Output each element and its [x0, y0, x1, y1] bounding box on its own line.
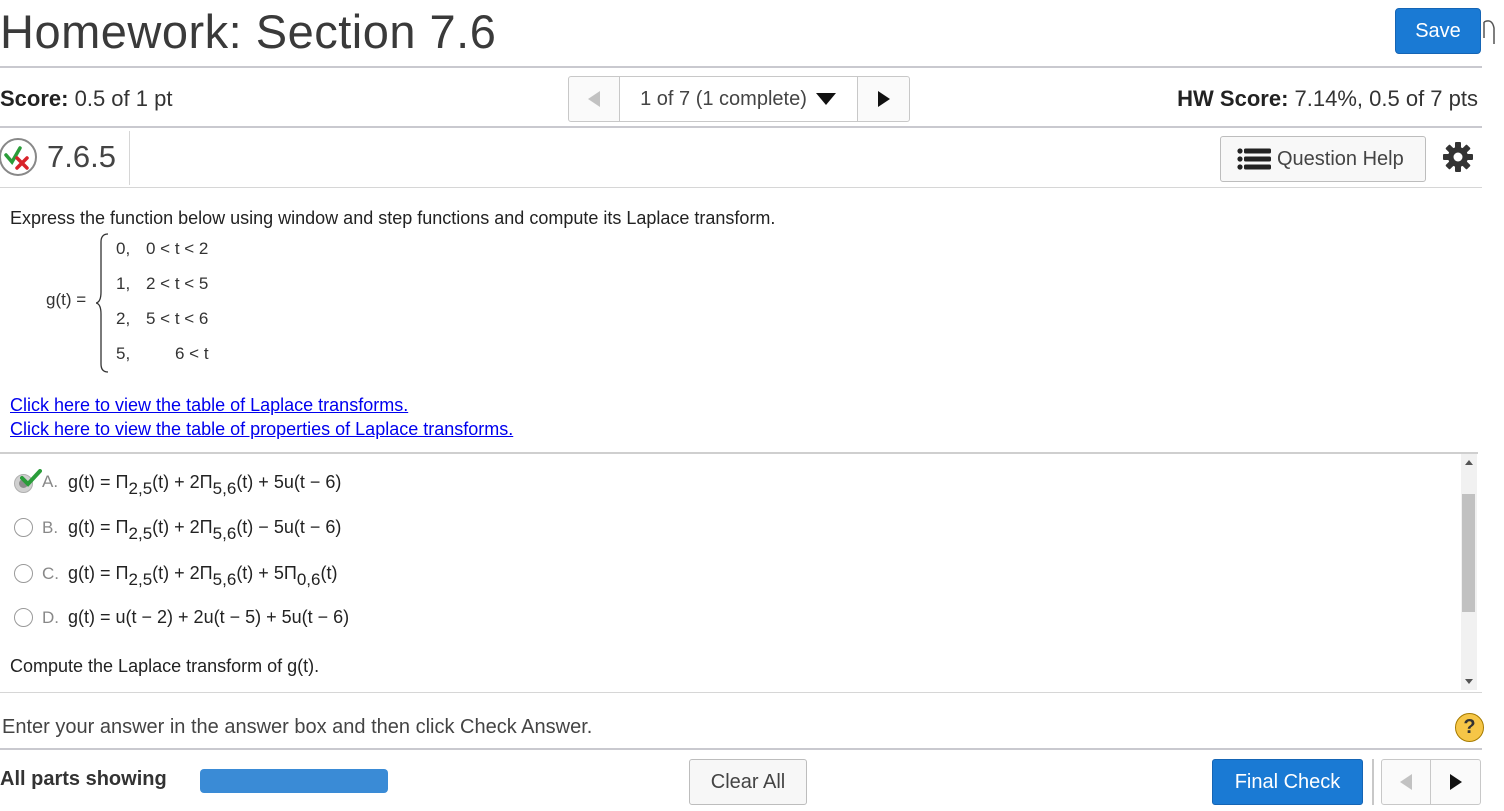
- case-value: 1,: [116, 274, 131, 293]
- case-condition: 2 < t < 5: [146, 274, 209, 293]
- option-b[interactable]: B. g(t) = Π2,5(t) + 2Π5,6(t) − 5u(t − 6): [14, 517, 342, 543]
- answer-instruction: Enter your answer in the answer box and …: [2, 716, 593, 738]
- triangle-right-icon: [877, 91, 890, 107]
- option-b-formula: g(t) = Π2,5(t) + 2Π5,6(t) − 5u(t − 6): [68, 517, 342, 543]
- list-icon: [1237, 148, 1271, 170]
- header-divider: [0, 66, 1482, 68]
- option-b-radio[interactable]: [14, 518, 33, 537]
- laplace-properties-link[interactable]: Click here to view the table of properti…: [10, 419, 513, 440]
- question-select-label: 1 of 7 (1 complete): [640, 87, 807, 110]
- case-condition: 6 < t: [175, 344, 209, 363]
- correct-checkmark-icon: [20, 469, 42, 487]
- option-letter: D.: [42, 607, 59, 627]
- hw-score-label: HW Score:: [1177, 86, 1289, 111]
- scroll-up-icon[interactable]: [1461, 456, 1477, 470]
- page-curl-icon: [1483, 20, 1495, 44]
- next-question-button[interactable]: [858, 77, 909, 121]
- score-value: 0.5 of 1 pt: [68, 86, 173, 111]
- dropdown-arrow-icon: [815, 93, 836, 105]
- all-parts-label: All parts showing: [0, 768, 167, 790]
- option-letter: B.: [42, 517, 59, 537]
- question-help-label: Question Help: [1277, 147, 1404, 170]
- window-edge: [1482, 0, 1504, 811]
- scorebar-divider: [0, 126, 1482, 128]
- option-c[interactable]: C. g(t) = Π2,5(t) + 2Π5,6(t) + 5Π0,6(t): [14, 563, 338, 589]
- question-navigator: 1 of 7 (1 complete): [568, 76, 910, 122]
- case-value: 0,: [116, 239, 131, 258]
- score-label: Score:: [0, 86, 69, 111]
- option-letter: A.: [42, 472, 59, 491]
- footer-question-navigator: [1381, 759, 1481, 805]
- question-help-button[interactable]: Question Help: [1220, 136, 1426, 182]
- hw-score-value: 7.14%, 0.5 of 7 pts: [1288, 86, 1478, 111]
- scroll-down-icon[interactable]: [1461, 674, 1477, 688]
- option-d-radio[interactable]: [14, 608, 33, 627]
- case-row: 2, 5 < t < 6: [116, 309, 208, 329]
- case-row: 5, 6 < t: [116, 344, 209, 364]
- panel-bottom-divider: [0, 692, 1482, 693]
- footer-nav-divider: [1372, 759, 1374, 805]
- laplace-table-link[interactable]: Click here to view the table of Laplace …: [10, 395, 408, 416]
- option-c-formula: g(t) = Π2,5(t) + 2Π5,6(t) + 5Π0,6(t): [68, 563, 338, 589]
- option-d-formula: g(t) = u(t − 2) + 2u(t − 5) + 5u(t − 6): [68, 607, 350, 627]
- option-a-radio[interactable]: [14, 469, 42, 493]
- gear-icon[interactable]: [1442, 141, 1474, 173]
- case-value: 5,: [116, 344, 131, 363]
- question-prompt: Express the function below using window …: [10, 208, 776, 228]
- function-label: g(t) =: [46, 290, 87, 309]
- case-value: 2,: [116, 309, 131, 328]
- option-c-radio[interactable]: [14, 564, 33, 583]
- case-row: 1, 2 < t < 5: [116, 274, 208, 294]
- footer-previous-button[interactable]: [1382, 760, 1431, 804]
- partial-credit-icon: [0, 134, 40, 180]
- triangle-left-icon: [588, 91, 600, 107]
- score-display: Score: 0.5 of 1 pt: [0, 86, 172, 112]
- question-select-dropdown[interactable]: 1 of 7 (1 complete): [620, 77, 858, 121]
- page-title: Homework: Section 7.6: [0, 5, 497, 58]
- save-button[interactable]: Save: [1395, 8, 1481, 54]
- scrollbar-thumb[interactable]: [1462, 494, 1475, 612]
- compute-prompt: Compute the Laplace transform of g(t).: [10, 656, 320, 676]
- footer-divider: [0, 748, 1482, 750]
- case-row: 0, 0 < t < 2: [116, 239, 208, 259]
- parts-progress-bar: [200, 769, 388, 793]
- option-a-formula: g(t) = Π2,5(t) + 2Π5,6(t) + 5u(t − 6): [68, 471, 342, 498]
- question-header-divider: [0, 187, 1482, 188]
- left-brace: [96, 233, 109, 373]
- case-condition: 5 < t < 6: [146, 309, 209, 328]
- option-letter: C.: [42, 563, 59, 583]
- question-number: 7.6.5: [47, 139, 116, 174]
- previous-question-button[interactable]: [569, 77, 620, 121]
- option-a[interactable]: A. g(t) = Π2,5(t) + 2Π5,6(t) + 5u(t − 6): [14, 469, 342, 498]
- footer-next-button[interactable]: [1431, 760, 1480, 804]
- triangle-right-icon: [1449, 774, 1462, 790]
- case-condition: 0 < t < 2: [146, 239, 209, 258]
- hw-score-display: HW Score: 7.14%, 0.5 of 7 pts: [1177, 86, 1478, 112]
- final-check-button[interactable]: Final Check: [1212, 759, 1363, 805]
- help-icon[interactable]: ?: [1455, 713, 1484, 742]
- triangle-left-icon: [1400, 774, 1412, 790]
- clear-all-button[interactable]: Clear All: [689, 759, 807, 805]
- option-d[interactable]: D. g(t) = u(t − 2) + 2u(t − 5) + 5u(t − …: [14, 607, 349, 628]
- question-number-divider: [129, 131, 130, 185]
